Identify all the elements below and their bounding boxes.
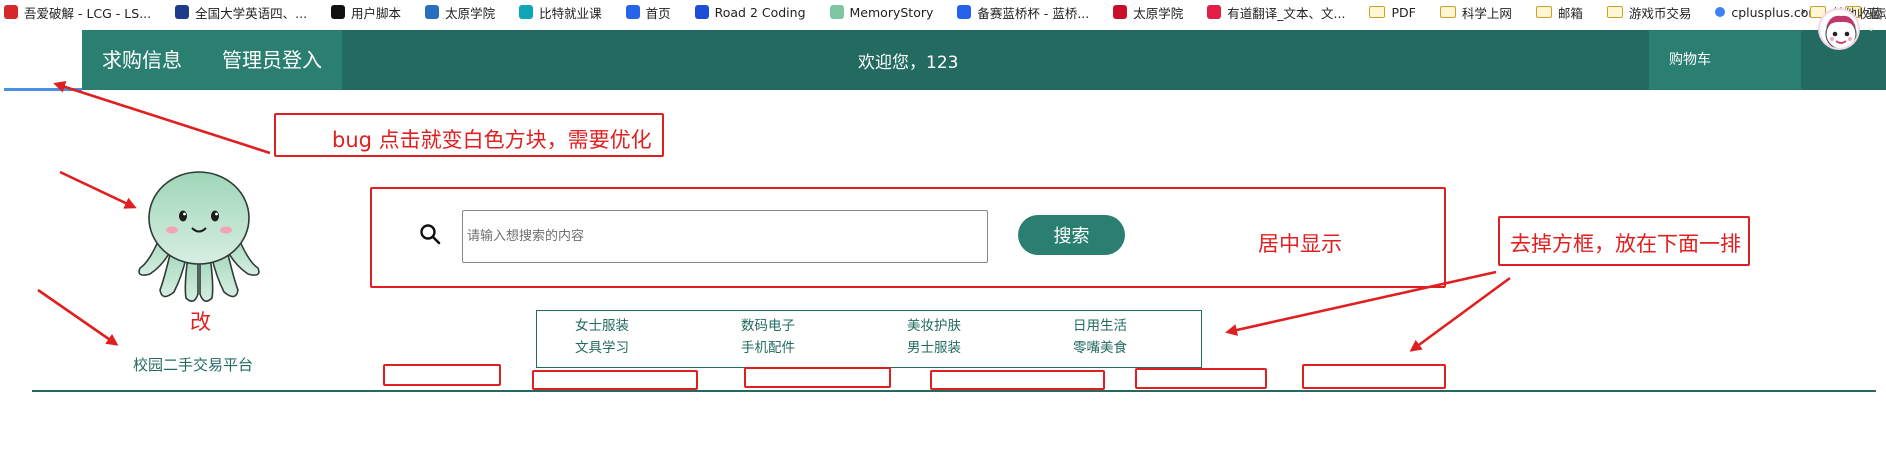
cart-link[interactable]: 购物车 [1649,30,1801,90]
annotation-text-change-logo: 改 [190,310,211,334]
bookmark-label: 太原学院 [445,5,496,21]
category-link-daily-life[interactable]: 日用生活 [1073,314,1127,334]
site-favicon-icon [425,5,440,19]
nav-link-purchase-requests[interactable]: 求购信息 [82,30,202,90]
category-link-womens-clothing[interactable]: 女士服装 [575,314,629,334]
site-favicon-icon [957,5,972,19]
annotation-text-center: 居中显示 [1258,232,1342,256]
annotation-slot [532,370,698,390]
bookmarks-overflow-chevron[interactable]: › [1800,0,1806,24]
nav-menu: 求购信息 管理员登入 [82,30,342,90]
site-favicon-icon [694,5,709,19]
bookmark-label: MemoryStory [849,4,934,20]
annotation-slot [930,370,1105,390]
bookmark-item[interactable]: MemoryStory [826,0,938,24]
folder-icon [1606,6,1623,18]
site-favicon-icon [175,5,190,19]
bookmark-label: 比特就业课 [539,5,602,21]
category-link-snacks[interactable]: 零嘴美食 [1073,336,1127,356]
bookmark-label: PDF [1391,4,1416,20]
bookmark-label: 太原学院 [1133,5,1184,21]
bookmark-folder[interactable]: 游戏币交易 [1603,0,1696,24]
site-favicon-icon [331,5,346,19]
category-link-mens-clothing[interactable]: 男士服装 [907,336,961,356]
bookmark-item[interactable]: 太原学院 [421,0,499,24]
bookmark-item[interactable]: 备赛蓝桥杯 - 蓝桥... [953,0,1093,24]
bookmark-label: 有道翻译_文本、文... [1227,5,1346,21]
bookmark-item[interactable]: 太原学院 [1109,0,1187,24]
bookmark-label: 科学上网 [1461,5,1512,21]
category-link-beauty-skincare[interactable]: 美妆护肤 [907,314,961,334]
bookmark-label: 吾爱破解 - LCG - LS... [24,5,152,21]
bookmark-label: cplusplus.com [1731,4,1821,20]
section-divider [32,390,1876,392]
site-favicon-icon [519,5,534,19]
bookmark-label: 邮箱 [1557,5,1583,21]
bookmark-label: 首页 [645,5,671,21]
site-favicon-icon [829,5,844,19]
folder-icon [1369,6,1386,18]
site-favicon-icon [625,5,640,19]
annotation-slot [383,364,501,386]
bookmark-label: 全国大学英语四、... [195,5,308,21]
nav-blank-home-tab[interactable] [4,30,82,90]
nav-active-underline [4,88,82,91]
bookmark-item[interactable]: 有道翻译_文本、文... [1203,0,1349,24]
category-link-phone-accessories[interactable]: 手机配件 [741,336,795,356]
bookmark-item[interactable]: 首页 [622,0,675,24]
bookmark-label: Road 2 Coding [714,4,806,20]
annotation-text-bug: bug 点击就变白色方块，需要优化 [332,128,652,152]
folder-icon [1439,6,1456,18]
bookmark-item[interactable]: 用户脚本 [327,0,405,24]
site-favicon-icon [1207,5,1222,19]
category-link-stationery[interactable]: 文具学习 [575,336,629,356]
bookmark-label: 用户脚本 [351,5,402,21]
category-link-digital-electronics[interactable]: 数码电子 [741,314,795,334]
octopus-mascot-icon [132,168,266,306]
site-favicon-icon [4,5,18,19]
site-favicon-icon [1113,5,1128,19]
bookmark-item[interactable]: 比特就业课 [515,0,606,24]
bookmark-item[interactable]: 吾爱破解 - LCG - LS... [0,0,155,24]
site-favicon-icon [1715,7,1726,17]
site-name: 校园二手交易平台 [132,356,253,374]
folder-icon [1535,6,1552,18]
annotation-slot [1135,368,1267,389]
bookmark-folder[interactable]: 邮箱 [1532,0,1587,24]
bookmark-item[interactable]: Road 2 Coding [691,0,810,24]
avatar-chevron-down-icon[interactable]: ⌄ [1866,20,1876,34]
welcome-text: 欢迎您，123 [858,53,959,73]
bookmark-folder[interactable]: PDF [1365,0,1419,24]
bookmark-cplusplus[interactable]: cplusplus.com [1711,0,1824,24]
user-avatar-icon[interactable] [1818,8,1860,50]
bookmarks-bar: 吾爱破解 - LCG - LS... 全国大学英语四、... 用户脚本 太原学院 比特就… [0,0,1886,24]
nav-link-admin-login[interactable]: 管理员登入 [202,30,342,90]
annotation-slot [1302,364,1446,389]
annotation-slot [744,367,891,388]
annotation-text-remove-frame: 去掉方框，放在下面一排 [1510,232,1741,256]
bookmark-label: 备赛蓝桥杯 - 蓝桥... [977,5,1090,21]
bookmark-label: 游戏币交易 [1628,5,1692,21]
top-navbar: 求购信息 管理员登入 欢迎您，123 购物车 [4,30,1886,91]
bookmark-item[interactable]: 全国大学英语四、... [171,0,311,24]
bookmark-folder[interactable]: 科学上网 [1436,0,1516,24]
